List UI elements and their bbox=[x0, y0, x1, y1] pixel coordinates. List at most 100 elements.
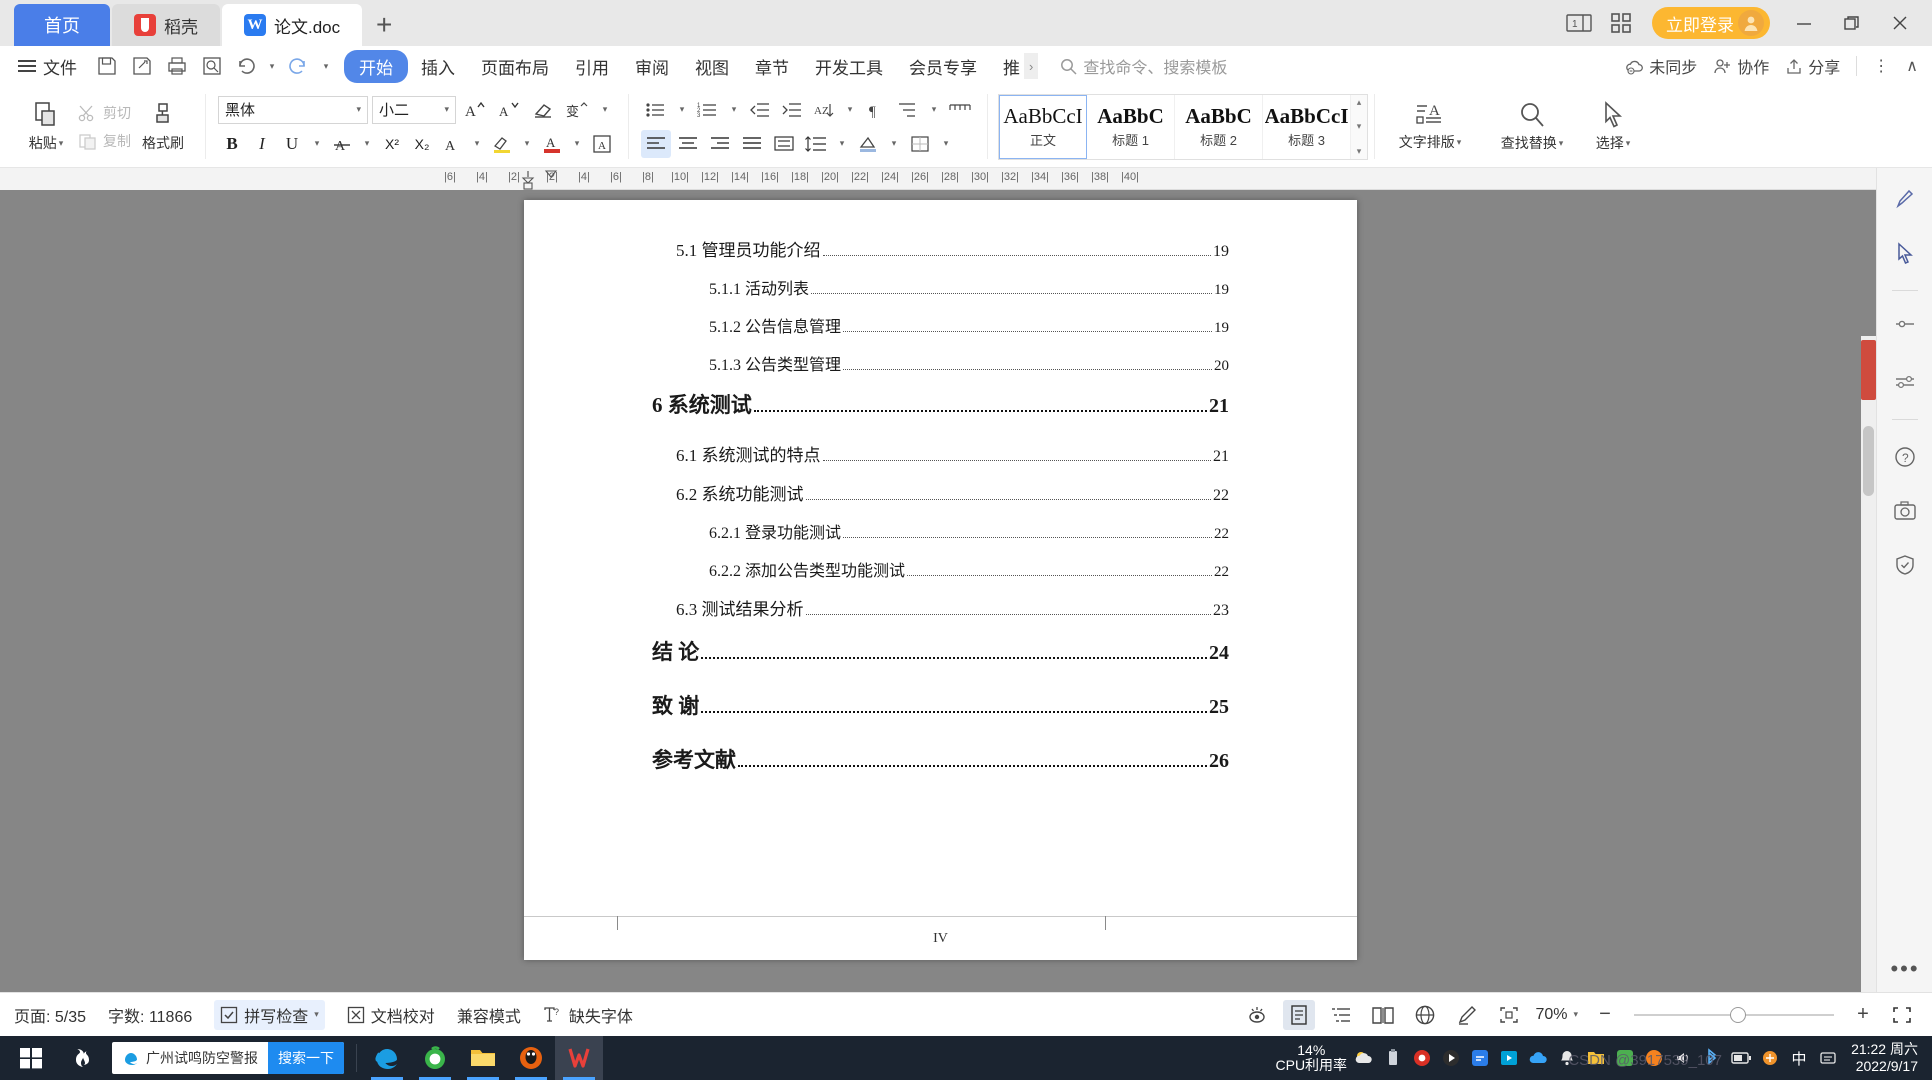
grid-view-icon[interactable] bbox=[1602, 4, 1640, 42]
tab-view[interactable]: 视图 bbox=[682, 50, 742, 83]
fit-page-icon[interactable] bbox=[1493, 1000, 1525, 1030]
bullets-dropdown-icon[interactable]: ▾ bbox=[673, 96, 691, 124]
underline-button[interactable]: U bbox=[278, 130, 306, 158]
multilevel-list-icon[interactable] bbox=[893, 96, 923, 124]
zoom-level[interactable]: 70% ▾ bbox=[1535, 1006, 1578, 1024]
tab-page-layout[interactable]: 页面布局 bbox=[468, 50, 562, 83]
strikethrough-dropdown-icon[interactable]: ▾ bbox=[358, 130, 376, 158]
superscript-button[interactable]: X² bbox=[378, 130, 406, 158]
eye-protect-icon[interactable] bbox=[1241, 1000, 1273, 1030]
reading-view-icon[interactable] bbox=[1367, 1000, 1399, 1030]
paste-button[interactable]: 粘贴 ▾ bbox=[16, 90, 76, 164]
align-right-icon[interactable] bbox=[705, 130, 735, 158]
print-icon[interactable] bbox=[161, 51, 193, 81]
align-center-icon[interactable] bbox=[673, 130, 703, 158]
fullscreen-icon[interactable] bbox=[1886, 1000, 1918, 1030]
taskbar-app-file-explorer[interactable] bbox=[459, 1036, 507, 1080]
taskbar-app-wps[interactable] bbox=[555, 1036, 603, 1080]
highlight-color-button[interactable] bbox=[488, 130, 516, 158]
missing-font-button[interactable]: ? 缺失字体 bbox=[543, 1003, 633, 1027]
collaborate-button[interactable]: 协作 bbox=[1713, 54, 1769, 78]
decrease-indent-icon[interactable] bbox=[745, 96, 775, 124]
save-as-icon[interactable] bbox=[126, 51, 158, 81]
file-menu-button[interactable]: 文件 bbox=[18, 54, 77, 79]
bold-button[interactable]: B bbox=[218, 130, 246, 158]
toc-entry[interactable]: 6.1 系统测试的特点 21 bbox=[524, 441, 1357, 466]
tab-member-exclusive[interactable]: 会员专享 bbox=[896, 50, 990, 83]
collapse-ribbon-icon[interactable]: ∧ bbox=[1906, 56, 1918, 76]
left-indent-marker[interactable] bbox=[521, 170, 535, 190]
ime-settings-icon[interactable] bbox=[1815, 1045, 1841, 1071]
toc-entry[interactable]: 6 系统测试 21 bbox=[524, 389, 1357, 419]
font-size-combobox[interactable]: 小二 ▾ bbox=[372, 95, 456, 124]
text-effects-dropdown-icon[interactable]: ▾ bbox=[468, 130, 486, 158]
font-name-combobox[interactable]: 黑体 ▾ bbox=[218, 95, 368, 124]
network-icon[interactable] bbox=[1757, 1045, 1783, 1071]
line-spacing-dropdown-icon[interactable]: ▾ bbox=[833, 130, 851, 158]
security-shield-icon[interactable] bbox=[1888, 548, 1922, 582]
highlight-dropdown-icon[interactable]: ▾ bbox=[518, 130, 536, 158]
first-line-indent-marker[interactable] bbox=[544, 170, 558, 182]
ime-indicator[interactable]: 中 bbox=[1786, 1045, 1812, 1071]
tabs-overflow-icon[interactable]: › bbox=[1024, 53, 1039, 79]
style-item-heading2[interactable]: AaBbC 标题 2 bbox=[1175, 94, 1263, 159]
proofread-button[interactable]: 文档校对 bbox=[347, 1003, 435, 1027]
pinyin-dropdown-icon[interactable]: ▾ bbox=[596, 96, 614, 124]
tab-document[interactable]: 论文.doc bbox=[222, 4, 363, 46]
cursor-select-icon[interactable] bbox=[1888, 236, 1922, 270]
tab-insert[interactable]: 插入 bbox=[408, 50, 468, 83]
zoom-slider-track[interactable] bbox=[1634, 1006, 1834, 1023]
tab-review[interactable]: 审阅 bbox=[622, 50, 682, 83]
zoom-out-button[interactable]: − bbox=[1592, 1003, 1618, 1026]
taskbar-clock[interactable]: 21:22 周六 2022/9/17 bbox=[1845, 1041, 1928, 1075]
taskbar-app-firefox[interactable] bbox=[507, 1036, 555, 1080]
more-options-icon[interactable]: ⋮ bbox=[1873, 56, 1890, 76]
toc-entry[interactable]: 5.1.3 公告类型管理 20 bbox=[524, 351, 1357, 375]
strikethrough-button[interactable]: A bbox=[328, 130, 356, 158]
taskbar-search[interactable]: 广州试鸣防空警报 搜索一下 bbox=[112, 1042, 344, 1074]
borders-dropdown-icon[interactable]: ▾ bbox=[937, 130, 955, 158]
style-item-heading3[interactable]: AaBbCcI 标题 3 bbox=[1263, 94, 1351, 159]
shrink-font-button[interactable]: A bbox=[494, 96, 524, 124]
customize-qat-icon[interactable]: ▾ bbox=[316, 51, 336, 81]
bullets-icon[interactable] bbox=[641, 96, 671, 124]
format-painter-button[interactable]: 格式刷 bbox=[133, 90, 193, 164]
tab-recommend[interactable]: 推 bbox=[990, 50, 1024, 83]
cloud-app-icon[interactable] bbox=[1525, 1045, 1551, 1071]
screenshot-icon[interactable] bbox=[1888, 494, 1922, 528]
find-replace-button[interactable]: 查找替换 ▾ bbox=[1486, 90, 1578, 164]
show-marks-icon[interactable]: ¶ bbox=[861, 96, 891, 124]
eraser-icon[interactable] bbox=[1888, 311, 1922, 345]
tab-docer[interactable]: 稻壳 bbox=[112, 4, 220, 46]
borders-icon[interactable] bbox=[905, 130, 935, 158]
toc-entry[interactable]: 6.2 系统功能测试 22 bbox=[524, 480, 1357, 505]
toc-entry[interactable]: 6.2.1 登录功能测试 22 bbox=[524, 519, 1357, 543]
line-spacing-icon[interactable] bbox=[801, 130, 831, 158]
battery-icon[interactable] bbox=[1728, 1045, 1754, 1071]
multilevel-dropdown-icon[interactable]: ▾ bbox=[925, 96, 943, 124]
cut-button[interactable]: 剪切 bbox=[78, 103, 131, 123]
character-border-button[interactable]: A bbox=[588, 130, 616, 158]
taskbar-app-ie[interactable] bbox=[363, 1036, 411, 1080]
zoom-slider-knob[interactable] bbox=[1730, 1006, 1746, 1023]
vertical-scrollbar[interactable]: ▴ ▾ ▫ ▫ bbox=[1861, 336, 1876, 1080]
highlighter-pen-icon[interactable] bbox=[1888, 182, 1922, 216]
toc-entry[interactable]: 6.3 测试结果分析 23 bbox=[524, 595, 1357, 620]
line-style-icon[interactable] bbox=[1888, 365, 1922, 399]
align-left-icon[interactable] bbox=[641, 129, 671, 158]
shading-dropdown-icon[interactable]: ▾ bbox=[885, 130, 903, 158]
style-gallery-scroll[interactable]: ▴ ▾ ▾ bbox=[1351, 94, 1367, 159]
spellcheck-button[interactable]: 拼写检查 ▾ bbox=[214, 999, 325, 1030]
toc-entry[interactable]: 5.1.2 公告信息管理 19 bbox=[524, 313, 1357, 337]
tab-references[interactable]: 引用 bbox=[562, 50, 622, 83]
music-player-icon[interactable] bbox=[1438, 1045, 1464, 1071]
italic-button[interactable]: I bbox=[248, 130, 276, 158]
numbering-dropdown-icon[interactable]: ▾ bbox=[725, 96, 743, 124]
share-button[interactable]: 分享 bbox=[1785, 54, 1840, 78]
toc-entry[interactable]: 5.1 管理员功能介绍 19 bbox=[524, 236, 1357, 261]
style-item-normal[interactable]: AaBbCcI 正文 bbox=[999, 94, 1087, 159]
toc-entry[interactable]: 参考文献 26 bbox=[524, 744, 1357, 774]
grow-font-button[interactable]: A bbox=[460, 96, 490, 124]
save-icon[interactable] bbox=[91, 51, 123, 81]
single-page-view-icon[interactable]: 1 bbox=[1560, 4, 1598, 42]
